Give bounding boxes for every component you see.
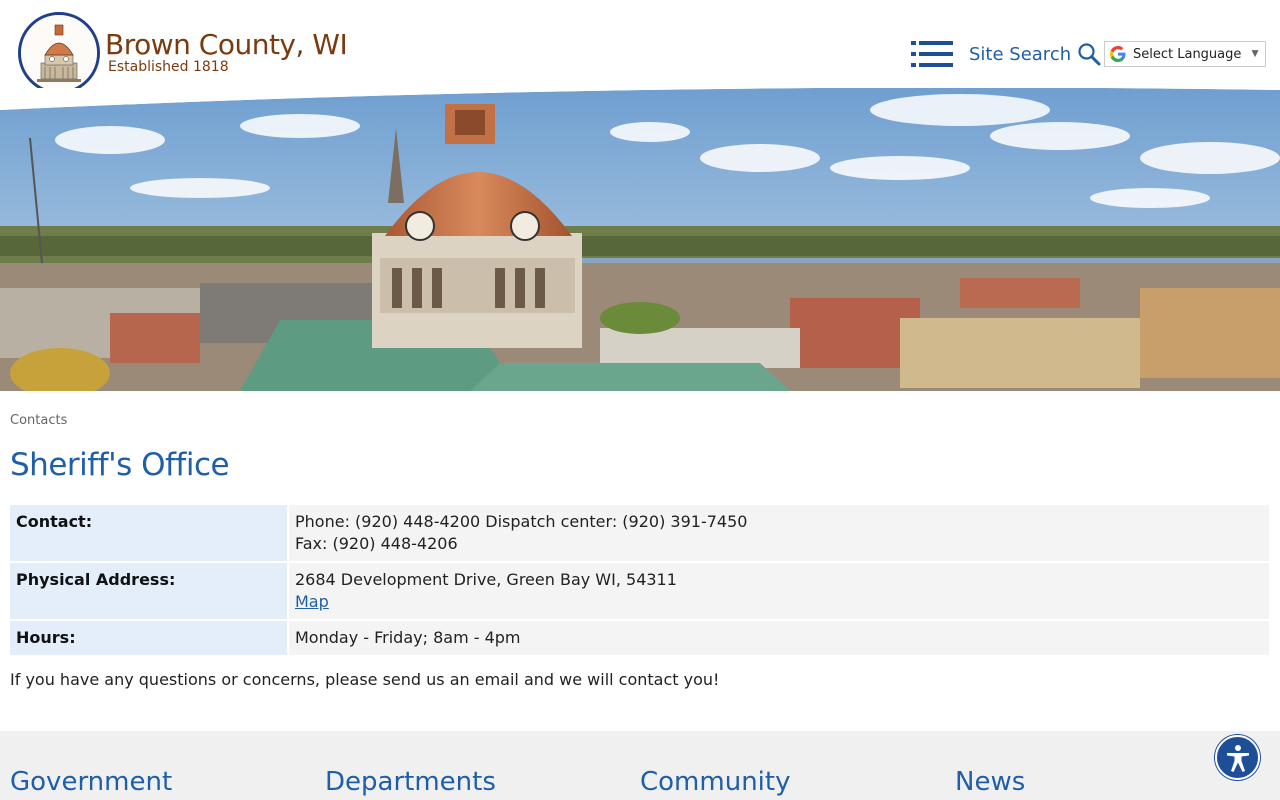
language-select[interactable]: Select Language ▼ (1104, 41, 1266, 67)
footer-link-departments[interactable]: Departments (325, 767, 496, 797)
footer: Government Departments Community News (0, 731, 1280, 800)
footer-link-government[interactable]: Government (10, 767, 172, 797)
contact-label: Contact: (10, 505, 287, 561)
contact-value: Phone: (920) 448-4200 Dispatch center: (… (287, 505, 1269, 561)
breadcrumb[interactable]: Contacts (10, 413, 67, 428)
table-row: Hours: Monday - Friday; 8am - 4pm (10, 621, 1269, 655)
contact-info-table: Contact: Phone: (920) 448-4200 Dispatch … (10, 503, 1269, 657)
address-line: 2684 Development Drive, Green Bay WI, 54… (295, 570, 677, 589)
site-tagline: Established 1818 (108, 59, 229, 75)
accessibility-person-icon (1227, 745, 1249, 772)
table-row: Contact: Phone: (920) 448-4200 Dispatch … (10, 505, 1269, 561)
table-row: Physical Address: 2684 Development Drive… (10, 563, 1269, 619)
page-title: Sheriff's Office (10, 447, 230, 483)
map-link[interactable]: Map (295, 592, 329, 611)
contact-note: If you have any questions or concerns, p… (10, 670, 720, 689)
google-g-icon (1110, 46, 1126, 62)
language-select-label: Select Language (1133, 46, 1242, 62)
accessibility-button[interactable] (1215, 735, 1260, 780)
site-name[interactable]: Brown County, WI (105, 28, 348, 61)
county-seal-logo[interactable] (18, 12, 100, 94)
footer-link-community[interactable]: Community (640, 767, 790, 797)
dropdown-caret-icon: ▼ (1249, 46, 1261, 60)
physical-address-label: Physical Address: (10, 563, 287, 619)
site-search-label: Site Search (969, 43, 1072, 65)
fax-line: Fax: (920) 448-4206 (295, 534, 458, 553)
hours-label: Hours: (10, 621, 287, 655)
physical-address-value: 2684 Development Drive, Green Bay WI, 54… (287, 563, 1269, 619)
magnifier-icon (1078, 43, 1101, 66)
menu-list-icon[interactable] (911, 41, 953, 67)
hours-value: Monday - Friday; 8am - 4pm (287, 621, 1269, 655)
hero-banner-image (0, 88, 1280, 391)
courthouse-logo-image (21, 15, 97, 91)
site-search-button[interactable]: Site Search (969, 40, 1101, 68)
courthouse-skyline-photo (0, 88, 1280, 391)
footer-link-news[interactable]: News (955, 767, 1025, 797)
phone-line: Phone: (920) 448-4200 Dispatch center: (… (295, 512, 748, 531)
